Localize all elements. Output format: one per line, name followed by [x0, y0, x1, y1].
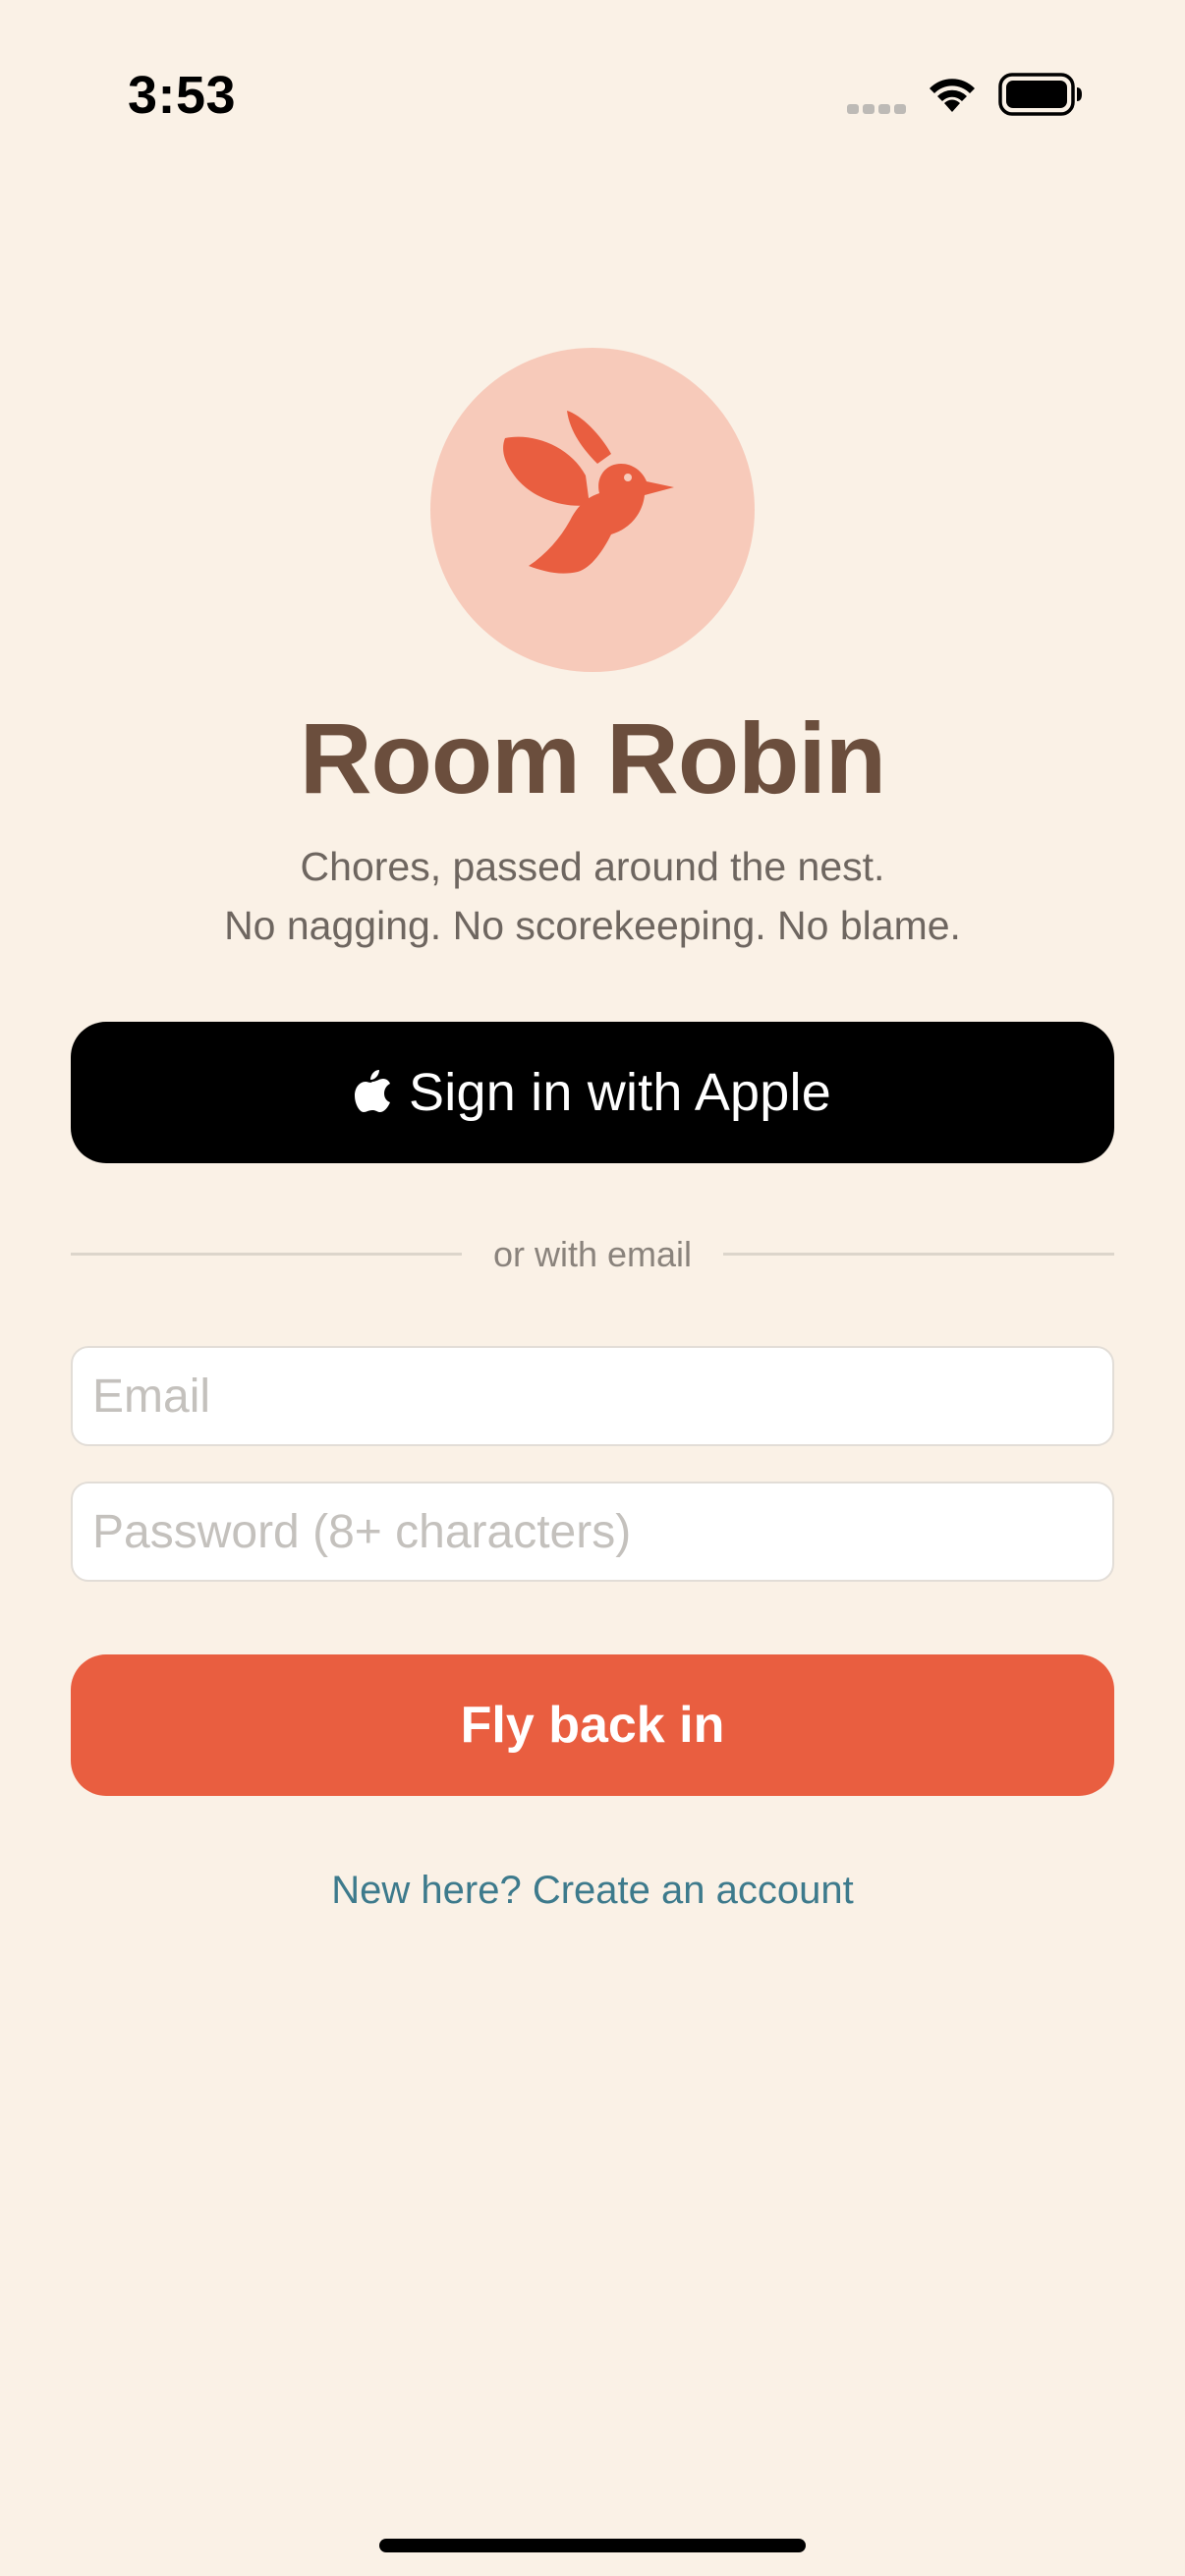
home-indicator[interactable] — [379, 2539, 806, 2552]
tagline-line-1: Chores, passed around the nest. — [300, 844, 885, 889]
password-input[interactable] — [73, 1484, 1112, 1580]
wifi-icon — [930, 79, 975, 112]
bird-icon — [503, 411, 674, 574]
email-field-container — [71, 1346, 1114, 1446]
divider-line-left — [71, 1253, 462, 1256]
divider-text: or with email — [492, 1234, 693, 1274]
fly-back-in-button[interactable]: Fly back in — [71, 1654, 1114, 1796]
create-account-link[interactable]: New here? Create an account — [0, 1861, 1185, 1920]
email-input[interactable] — [73, 1348, 1112, 1444]
sign-in-with-apple-button[interactable]: Sign in with Apple — [71, 1022, 1114, 1163]
status-time: 3:53 — [128, 66, 237, 125]
cellular-signal-icon — [847, 104, 906, 114]
divider-line-right — [723, 1253, 1114, 1256]
password-field-container — [71, 1482, 1114, 1582]
fly-back-in-label: Fly back in — [460, 1697, 725, 1754]
battery-icon — [998, 73, 1082, 116]
apple-button-label: Sign in with Apple — [409, 1063, 831, 1122]
apple-logo-icon — [355, 1070, 391, 1112]
tagline-line-2: No nagging. No scorekeeping. No blame. — [224, 903, 961, 948]
app-title: Room Robin — [299, 702, 886, 814]
